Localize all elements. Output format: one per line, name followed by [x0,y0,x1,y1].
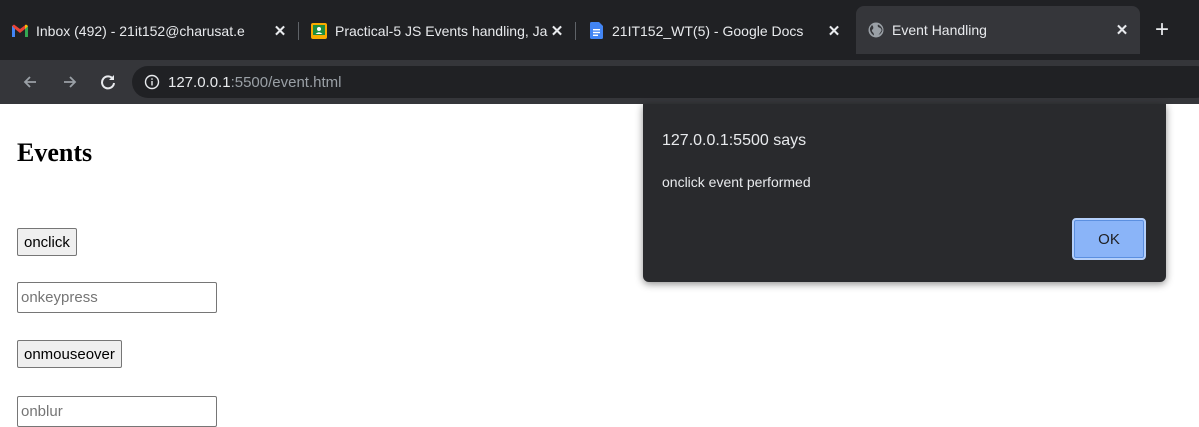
url-text: 127.0.0.1:5500/event.html [168,74,341,91]
tab-title: 21IT152_WT(5) - Google Docs [612,22,804,39]
tab-event-handling[interactable]: Event Handling ✕ [856,6,1140,54]
onmouseover-button[interactable]: onmouseover [17,340,122,368]
tab-gmail[interactable]: Inbox (492) - 21it152@charusat.e ✕ [0,14,298,47]
address-bar[interactable]: 127.0.0.1:5500/event.html [132,66,1199,98]
close-icon[interactable]: ✕ [549,23,565,40]
close-icon[interactable]: ✕ [272,23,288,40]
url-host: 127.0.0.1 [168,73,231,91]
info-icon[interactable] [144,74,160,90]
onclick-button[interactable]: onclick [17,228,77,256]
forward-icon[interactable] [56,68,84,96]
back-icon[interactable] [16,68,44,96]
alert-dialog: 127.0.0.1:5500 says onclick event perfor… [643,104,1166,282]
tab-title: Inbox (492) - 21it152@charusat.e [36,22,245,39]
onblur-input[interactable] [17,396,217,427]
onkeypress-input[interactable] [17,282,217,313]
reload-icon[interactable] [94,68,122,96]
tab-classroom[interactable]: Practical-5 JS Events handling, Ja ✕ [299,14,575,47]
classroom-icon [311,22,327,39]
docs-icon [588,22,604,39]
tab-title: Practical-5 JS Events handling, Ja [335,22,548,39]
dialog-message: onclick event performed [662,174,811,190]
close-icon[interactable]: ✕ [1114,22,1130,39]
tab-google-docs[interactable]: 21IT152_WT(5) - Google Docs ✕ [576,14,852,47]
close-icon[interactable]: ✕ [826,23,842,40]
new-tab-icon[interactable]: + [1148,16,1176,44]
tab-strip: Inbox (492) - 21it152@charusat.e ✕ Pract… [0,0,1199,60]
gmail-icon [12,23,28,39]
dialog-origin: 127.0.0.1:5500 says [662,132,807,149]
page-title: Events [17,138,93,167]
ok-button[interactable]: OK [1072,218,1146,260]
tab-title: Event Handling [892,22,987,38]
url-path: :5500/event.html [230,73,342,91]
browser-toolbar: 127.0.0.1:5500/event.html [0,60,1199,104]
globe-icon [868,22,884,38]
